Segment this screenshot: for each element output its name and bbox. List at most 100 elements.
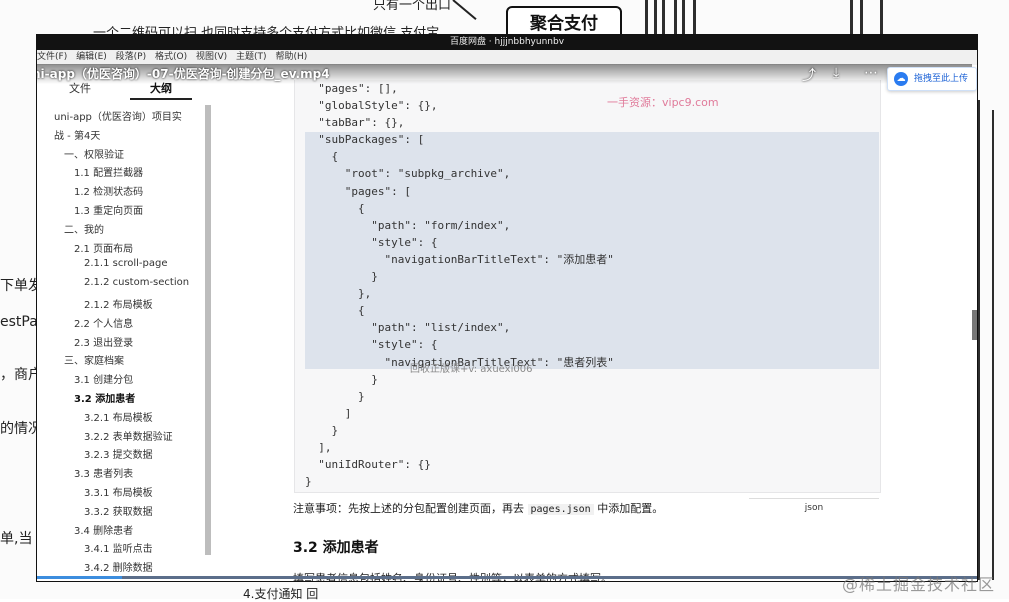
outline-item[interactable]: 2.1 页面布局: [74, 240, 133, 255]
download-icon[interactable]: ⤓: [833, 65, 839, 81]
video-progress-fill: [37, 576, 122, 579]
outline-item[interactable]: 2.1.1 scroll-page: [84, 258, 167, 269]
video-title: ni-app（优医咨询）-07-优医咨询-创建分包_ev.mp4: [37, 64, 972, 84]
bg-arrow-line: [452, 0, 477, 21]
bg-stroke: [674, 0, 677, 36]
content-scrollbar[interactable]: [972, 310, 977, 340]
code-line: }: [305, 423, 339, 437]
bg-stroke: [682, 0, 685, 36]
menu-edit[interactable]: 编辑(E): [76, 52, 107, 62]
menu-help[interactable]: 帮助(H): [275, 52, 307, 62]
outline-item[interactable]: 二、我的: [64, 221, 104, 236]
code-line: "uniIdRouter": {}: [305, 458, 431, 472]
code-line: "style": {: [305, 235, 438, 249]
outline-sidebar: 文件 大纲 uni-app（优医咨询）项目实战 - 第4天 一、权限验证 1.1 配…: [37, 80, 212, 581]
outline-item[interactable]: 3.2 添加患者: [74, 390, 135, 405]
bg-left-fragment: 下单发: [0, 278, 42, 294]
outline-item[interactable]: 2.3 退出登录: [74, 334, 133, 349]
course-watermark: 回收正版课+v: axuexi006: [410, 364, 533, 375]
bg-exit-text: 只有一个出口: [373, 0, 452, 13]
cloud-upload-icon: ☁: [894, 72, 908, 86]
bg-stroke: [860, 0, 863, 36]
bg-stroke: [978, 100, 980, 580]
code-line: {: [305, 304, 365, 318]
bg-left-fragment: 的情况: [0, 421, 42, 437]
menu-theme[interactable]: 主题(T): [236, 52, 267, 62]
code-line: "tabBar": {},: [305, 116, 405, 130]
note-paragraph: 注意事项：先按上述的分包配置创建页面，再去 pages.json 中添加配置。: [293, 500, 663, 516]
outline-item[interactable]: 1.1 配置拦截器: [74, 164, 143, 179]
bg-stroke: [992, 110, 994, 580]
bg-stroke: [850, 0, 853, 36]
code-line: },: [305, 287, 372, 301]
outline-item[interactable]: 3.4 删除患者: [74, 522, 133, 537]
outline-item[interactable]: 2.1.2 布局模板: [84, 296, 153, 311]
bg-left-fragment: 单,当: [0, 531, 33, 547]
brand-watermark: @稀土掘金技术社区: [842, 575, 996, 594]
resource-watermark: 一手资源：vipc9.com: [607, 96, 719, 109]
note-text: 注意事项：先按上述的分包配置创建页面，再去: [293, 502, 528, 515]
menu-file[interactable]: 文件(F): [37, 52, 67, 62]
sidebar-scrollbar[interactable]: [205, 105, 211, 555]
code-line: "path": "list/index",: [305, 321, 511, 335]
outline-item[interactable]: 2.1.2 custom-section: [84, 277, 189, 288]
code-line: ]: [305, 406, 352, 420]
bg-stroke: [645, 0, 648, 36]
bg-stroke: [662, 0, 665, 36]
code-line: ],: [305, 440, 332, 454]
bg-left-fragment: ，商户: [0, 367, 42, 383]
code-block: "pages": [], "globalStyle": {}, "tabBar"…: [294, 80, 881, 493]
bg-stroke: [693, 0, 696, 36]
outline-item[interactable]: 三、家庭档案: [64, 352, 124, 367]
code-line: }: [305, 475, 312, 489]
upload-label: 拖拽至此上传: [914, 74, 969, 84]
document-content: "pages": [], "globalStyle": {}, "tabBar"…: [214, 80, 977, 581]
editor-menubar: 文件(F) 编辑(E) 段落(P) 格式(O) 视图(V) 主题(T) 帮助(H…: [37, 50, 977, 65]
outline-item[interactable]: 战 - 第4天: [54, 127, 100, 142]
outline-item[interactable]: uni-app（优医咨询）项目实: [54, 108, 182, 123]
code-line: "style": {: [305, 338, 438, 352]
outline-item[interactable]: 1.3 重定向页面: [74, 202, 143, 217]
bg-stroke: [880, 0, 883, 36]
code-line: }: [305, 270, 378, 284]
bg-pay-notify-text: 4.支付通知 回: [243, 585, 318, 602]
note-text-end: 中添加配置。: [593, 502, 664, 515]
code-language-tag[interactable]: json: [749, 498, 879, 517]
menu-view[interactable]: 视图(V): [196, 52, 227, 62]
code-line: "navigationBarTitleText": "添加患者": [305, 252, 614, 266]
code-line: {: [305, 201, 365, 215]
code-line: "pages": [: [305, 184, 411, 198]
menu-format[interactable]: 格式(O): [155, 52, 187, 62]
outline-item[interactable]: 2.2 个人信息: [74, 315, 133, 330]
outline-item[interactable]: 3.2.1 布局模板: [84, 409, 153, 424]
share-icon[interactable]: ⤴: [802, 65, 816, 85]
code-line: }: [305, 372, 378, 386]
code-line: "navigationBarTitleText": "患者列表": [305, 355, 614, 369]
code-line: "globalStyle": {},: [305, 99, 438, 113]
active-tab-underline: [130, 98, 192, 100]
more-icon[interactable]: ⋯: [864, 65, 878, 81]
outline-item[interactable]: 3.3.1 布局模板: [84, 484, 153, 499]
drag-upload-button[interactable]: ☁ 拖拽至此上传: [887, 67, 977, 91]
outline-item[interactable]: 一、权限验证: [64, 146, 124, 161]
outline-item[interactable]: 3.2.3 提交数据: [84, 446, 153, 461]
menu-paragraph[interactable]: 段落(P): [116, 52, 146, 62]
section-heading: 3.2 添加患者: [293, 540, 379, 556]
outline-item[interactable]: 3.2.2 表单数据验证: [84, 428, 173, 443]
outline-item[interactable]: 1.2 检测状态码: [74, 183, 143, 198]
code-lines[interactable]: "pages": [], "globalStyle": {}, "tabBar"…: [305, 80, 875, 490]
video-player-window: 百度网盘 · hjjjnbbhyunnbv 文件(F) 编辑(E) 段落(P) …: [37, 35, 977, 581]
outline-item[interactable]: 3.3 患者列表: [74, 465, 133, 480]
outline-item[interactable]: 3.4.2 删除数据: [84, 559, 153, 574]
note-inline-code: pages.json: [527, 504, 594, 515]
bg-stroke: [654, 0, 657, 36]
video-progress-bar[interactable]: [37, 576, 977, 579]
code-line: "path": "form/index",: [305, 218, 511, 232]
code-line: }: [305, 389, 365, 403]
outline-item[interactable]: 3.4.1 监听点击: [84, 540, 153, 555]
code-line: "root": "subpkg_archive",: [305, 167, 511, 181]
outline-item[interactable]: 3.1 创建分包: [74, 371, 133, 386]
code-line: {: [305, 150, 339, 164]
code-line: "subPackages": [: [305, 133, 425, 147]
outline-item[interactable]: 3.3.2 获取数据: [84, 503, 153, 518]
